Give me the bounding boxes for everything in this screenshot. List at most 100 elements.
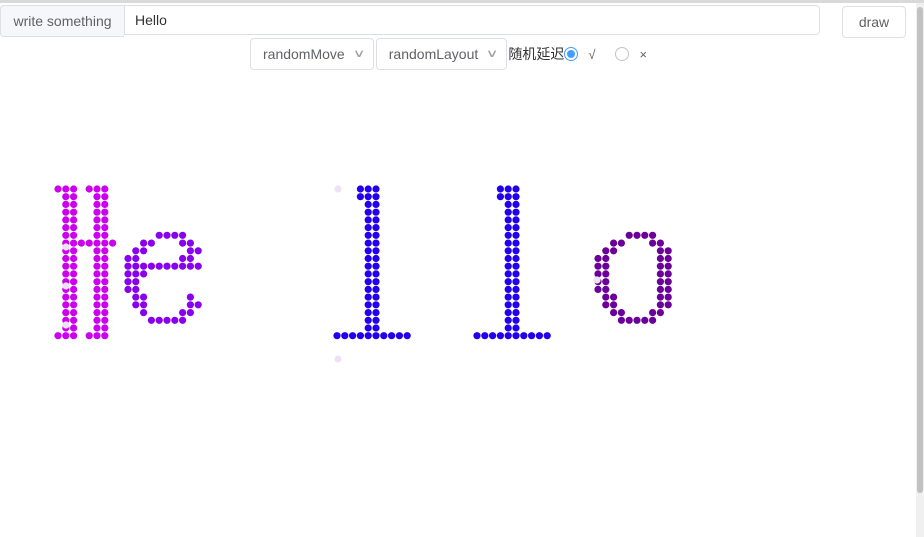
- dot: [62, 270, 70, 278]
- dot: [132, 247, 140, 255]
- dot: [179, 231, 187, 239]
- dot: [602, 247, 610, 255]
- dot: [641, 316, 649, 324]
- dot: [132, 262, 140, 270]
- dot: [364, 216, 372, 224]
- dot: [140, 247, 148, 255]
- vertical-scrollbar[interactable]: [916, 3, 924, 537]
- dot: [132, 254, 140, 263]
- dot: [101, 208, 109, 216]
- dot: [656, 293, 665, 301]
- dot: [93, 262, 101, 270]
- dot: [124, 285, 132, 293]
- dot: [70, 285, 78, 293]
- dot: [656, 285, 665, 293]
- dot: [543, 332, 551, 340]
- dot: [155, 316, 163, 324]
- dot: [93, 270, 101, 278]
- dot: [364, 200, 372, 208]
- dot: [186, 254, 194, 263]
- dot: [93, 254, 101, 263]
- dot: [504, 193, 512, 201]
- dot: [496, 332, 504, 340]
- dot: [364, 193, 372, 201]
- dot: [610, 301, 618, 309]
- dot: [54, 332, 62, 340]
- dot: [372, 270, 380, 278]
- dot: [140, 301, 148, 309]
- dot: [93, 200, 101, 208]
- dot: [70, 247, 78, 255]
- dot: [664, 262, 672, 270]
- dot: [602, 254, 610, 263]
- dot: [512, 270, 520, 278]
- faded-dot: [62, 243, 70, 251]
- dot: [504, 285, 512, 293]
- dot: [85, 185, 93, 193]
- faded-dot: [62, 282, 70, 290]
- dot: [124, 270, 132, 278]
- dot: [364, 247, 372, 255]
- dot: [101, 309, 109, 317]
- dot: [155, 231, 163, 239]
- dot: [504, 270, 512, 278]
- dot: [179, 316, 187, 324]
- dot: [140, 262, 148, 270]
- dot: [594, 262, 602, 270]
- dot: [93, 309, 101, 317]
- dot: [372, 285, 380, 293]
- dot: [194, 301, 202, 309]
- dot: [93, 301, 101, 309]
- dot: [132, 301, 140, 309]
- dot: [62, 193, 70, 201]
- dot: [101, 301, 109, 309]
- dot: [364, 309, 372, 317]
- dot: [356, 332, 364, 340]
- dot: [372, 231, 380, 239]
- dot: [140, 309, 148, 317]
- dot: [372, 247, 380, 255]
- dot: [62, 200, 70, 208]
- dot: [512, 278, 520, 286]
- dot: [372, 185, 380, 193]
- dot: [70, 224, 78, 232]
- dot: [93, 193, 101, 201]
- dot: [179, 239, 187, 247]
- scrollbar-thumb[interactable]: [917, 7, 923, 493]
- dot: [594, 254, 602, 263]
- dot: [364, 185, 372, 193]
- dot: [664, 247, 672, 255]
- dot: [504, 247, 512, 255]
- dot: [504, 324, 512, 332]
- dot: [610, 293, 618, 301]
- dot: [664, 270, 672, 278]
- dot-text-canvas: [54, 185, 672, 363]
- dot: [372, 332, 380, 340]
- dot: [364, 316, 372, 324]
- dot: [70, 185, 78, 193]
- dot: [372, 208, 380, 216]
- dot: [70, 216, 78, 224]
- dot: [101, 254, 109, 263]
- dot: [372, 293, 380, 301]
- dot: [594, 285, 602, 293]
- dot: [101, 270, 109, 278]
- dot: [186, 262, 194, 270]
- dot: [610, 239, 618, 247]
- dot: [496, 193, 504, 201]
- dot: [186, 293, 194, 301]
- dot: [641, 231, 649, 239]
- dot: [179, 254, 187, 263]
- dot: [85, 239, 93, 247]
- dot: [194, 262, 202, 270]
- dot: [364, 324, 372, 332]
- dot: [70, 332, 78, 340]
- dot: [101, 224, 109, 232]
- dot: [163, 262, 171, 270]
- dot: [93, 239, 101, 247]
- dot: [504, 301, 512, 309]
- dot: [62, 332, 70, 340]
- dot: [512, 208, 520, 216]
- dot: [535, 332, 544, 340]
- dot: [101, 239, 109, 247]
